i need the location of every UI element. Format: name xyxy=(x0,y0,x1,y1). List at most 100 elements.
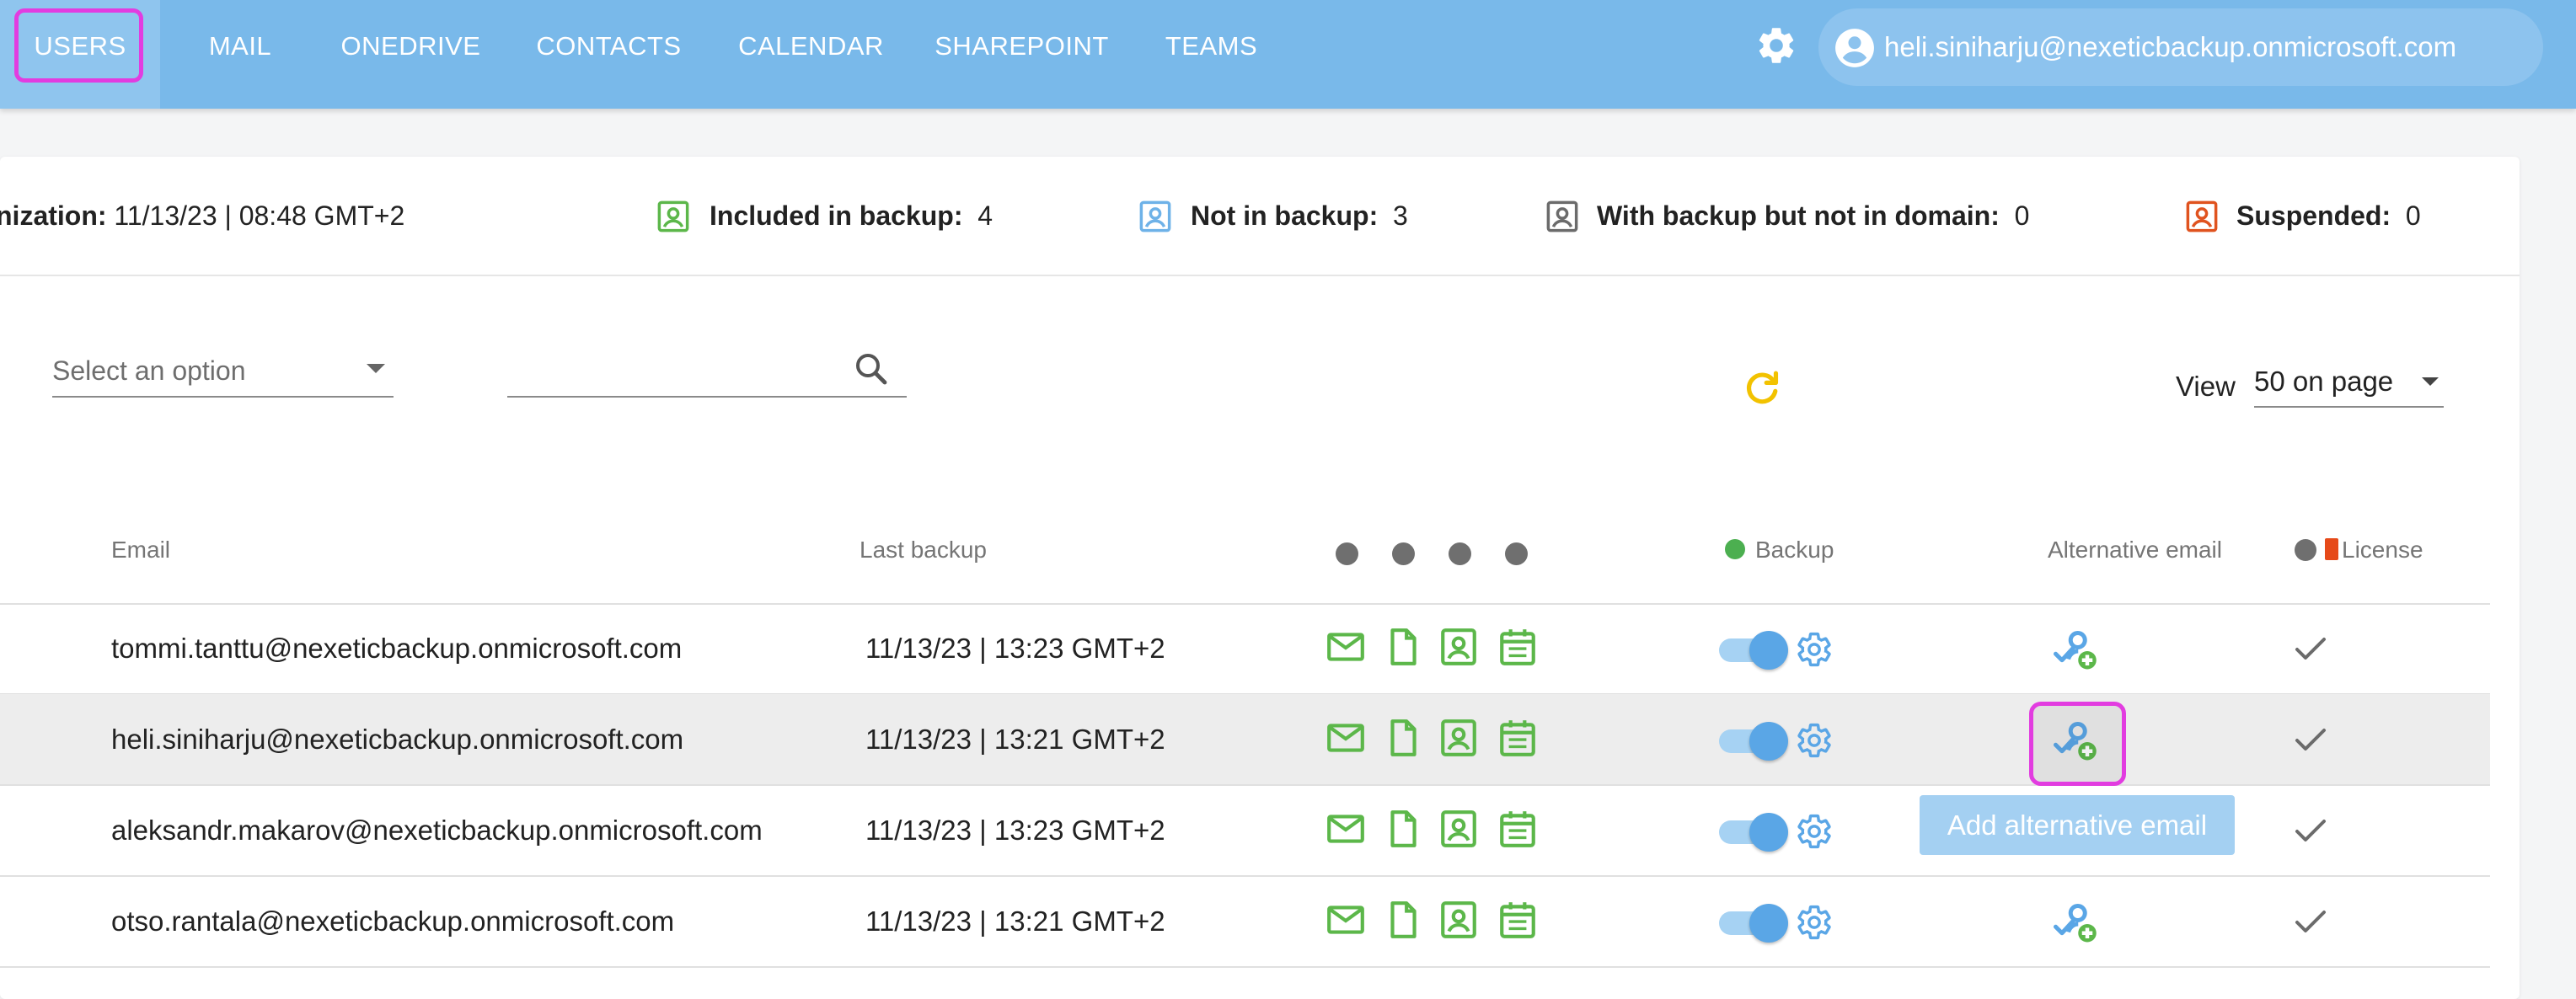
refresh-icon[interactable] xyxy=(1740,366,1784,409)
account-email: heli.siniharju@nexeticbackup.onmicrosoft… xyxy=(1884,31,2457,62)
column-header-backup[interactable]: Backup xyxy=(1725,504,1834,596)
add-alternative-email-icon[interactable] xyxy=(2049,623,2100,674)
mail-icon[interactable] xyxy=(1325,899,1367,941)
backup-toggle[interactable] xyxy=(1719,812,1788,852)
page-size-select[interactable]: 50 on page xyxy=(2254,362,2444,408)
stat-value: 0 xyxy=(2405,200,2421,231)
user-suspended-icon xyxy=(2186,200,2218,232)
user-email: tommi.tanttu@nexeticbackup.onmicrosoft.c… xyxy=(111,633,683,664)
stat-value: 3 xyxy=(1393,200,1408,231)
top-navigation-bar: USERS MAIL ONEDRIVE CONTACTS CALENDAR SH… xyxy=(0,0,2576,109)
gear-icon[interactable] xyxy=(1754,24,1798,67)
nav-tab-label: CONTACTS xyxy=(536,31,682,61)
stat-value: 4 xyxy=(977,200,993,231)
last-backup-time: 11/13/23 | 13:23 GMT+2 xyxy=(865,815,1165,846)
toggle-knob xyxy=(1749,904,1788,943)
backup-toggle[interactable] xyxy=(1719,903,1788,943)
nav-tab-label: SHAREPOINT xyxy=(935,31,1109,61)
contact-icon[interactable] xyxy=(1438,899,1480,941)
stat-value: 11/13/23 | 08:48 GMT+2 xyxy=(114,200,405,231)
calendar-icon[interactable] xyxy=(1497,717,1539,759)
nav-tab-teams[interactable]: TEAMS xyxy=(1154,0,1268,109)
gear-icon[interactable] xyxy=(1795,630,1834,669)
stat-label: Not in backup: xyxy=(1191,200,1379,231)
toggle-knob xyxy=(1749,813,1788,852)
check-icon xyxy=(2295,820,2326,841)
office-logo-icon xyxy=(2325,538,2338,560)
column-header-last-backup[interactable]: Last backup xyxy=(860,504,987,596)
account-circle-icon xyxy=(1835,29,1874,67)
calendar-icon[interactable] xyxy=(1497,899,1539,941)
highlight-box xyxy=(2029,702,2126,786)
table-row[interactable]: otso.rantala@nexeticbackup.onmicrosoft.c… xyxy=(0,876,2490,968)
status-dot-icon xyxy=(1392,542,1415,565)
stat-value: 0 xyxy=(2014,200,2030,231)
select-placeholder: Select an option xyxy=(52,355,246,386)
nav-tab-label: TEAMS xyxy=(1165,31,1258,61)
column-header-backup-label: Backup xyxy=(1755,537,1834,563)
tooltip: Add alternative email xyxy=(1920,795,2235,855)
check-icon xyxy=(2295,911,2326,932)
user-email: aleksandr.makarov@nexeticbackup.onmicros… xyxy=(111,815,763,846)
search-input[interactable] xyxy=(507,354,907,398)
contact-icon[interactable] xyxy=(1438,808,1480,850)
contact-icon[interactable] xyxy=(1438,717,1480,759)
user-outside-domain-icon xyxy=(1546,200,1578,232)
backup-toggle[interactable] xyxy=(1719,630,1788,670)
stat-last-sync: nization: 11/13/23 | 08:48 GMT+2 xyxy=(0,157,404,275)
mail-icon[interactable] xyxy=(1325,808,1367,850)
backup-toggle[interactable] xyxy=(1719,721,1788,761)
file-icon[interactable] xyxy=(1382,717,1424,759)
service-status-dots xyxy=(1336,542,1561,571)
account-menu[interactable]: heli.siniharju@nexeticbackup.onmicrosoft… xyxy=(1818,8,2543,86)
status-dot-icon xyxy=(2295,539,2316,561)
file-icon[interactable] xyxy=(1382,808,1424,850)
nav-tab-sharepoint[interactable]: SHAREPOINT xyxy=(931,0,1112,109)
status-dot-icon xyxy=(1449,542,1471,565)
last-backup-time: 11/13/23 | 13:21 GMT+2 xyxy=(865,724,1165,755)
calendar-icon[interactable] xyxy=(1497,626,1539,668)
chevron-down-icon xyxy=(2422,377,2439,386)
mail-icon[interactable] xyxy=(1325,626,1367,668)
column-header-email[interactable]: Email xyxy=(111,504,170,596)
gear-icon[interactable] xyxy=(1795,903,1834,942)
page-size-value: 50 on page xyxy=(2254,366,2394,397)
table-row[interactable]: tommi.tanttu@nexeticbackup.onmicrosoft.c… xyxy=(0,603,2490,695)
check-icon xyxy=(2295,638,2326,660)
user-included-icon xyxy=(657,200,689,232)
user-not-in-backup-icon xyxy=(1139,200,1171,232)
user-email: heli.siniharju@nexeticbackup.onmicrosoft… xyxy=(111,724,684,755)
highlight-box xyxy=(14,8,143,83)
file-icon[interactable] xyxy=(1382,899,1424,941)
last-backup-time: 11/13/23 | 13:23 GMT+2 xyxy=(865,633,1165,664)
column-header-alternative-email: Alternative email xyxy=(2048,537,2222,563)
table-header: Email Last backup Backup Alternative ema… xyxy=(0,504,2490,605)
contact-icon[interactable] xyxy=(1438,626,1480,668)
column-header-license[interactable]: License xyxy=(2295,504,2423,596)
status-dot-icon xyxy=(1725,539,1745,559)
gear-icon[interactable] xyxy=(1795,812,1834,851)
status-dot-icon xyxy=(1505,542,1528,565)
view-label: View xyxy=(2176,371,2236,402)
nav-tab-calendar[interactable]: CALENDAR xyxy=(733,0,889,109)
check-icon xyxy=(2295,729,2326,751)
stat-label: Suspended: xyxy=(2236,200,2391,231)
nav-tab-mail[interactable]: MAIL xyxy=(194,0,287,109)
filter-select[interactable]: Select an option xyxy=(52,354,394,398)
add-alternative-email-icon[interactable] xyxy=(2049,896,2100,947)
nav-tab-users[interactable]: USERS xyxy=(0,0,160,109)
nav-tab-contacts[interactable]: CONTACTS xyxy=(527,0,691,109)
nav-tab-label: ONEDRIVE xyxy=(340,31,481,61)
column-header-license-label: License xyxy=(2342,537,2423,563)
user-email: otso.rantala@nexeticbackup.onmicrosoft.c… xyxy=(111,906,675,937)
mail-icon[interactable] xyxy=(1325,717,1367,759)
gear-icon[interactable] xyxy=(1795,721,1834,760)
stat-label: Included in backup: xyxy=(710,200,963,231)
toggle-knob xyxy=(1749,722,1788,761)
status-dot-icon xyxy=(1336,542,1358,565)
last-backup-time: 11/13/23 | 13:21 GMT+2 xyxy=(865,906,1165,937)
calendar-icon[interactable] xyxy=(1497,808,1539,850)
file-icon[interactable] xyxy=(1382,626,1424,668)
nav-tab-onedrive[interactable]: ONEDRIVE xyxy=(337,0,485,109)
search-icon[interactable] xyxy=(851,349,892,389)
